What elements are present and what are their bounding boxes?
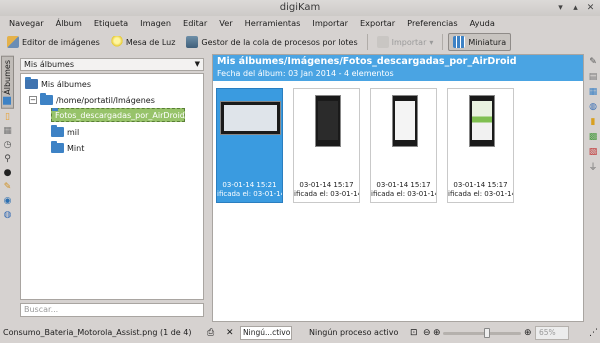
status-bar: Consumo_Bateria_Motorola_Assist.png (1 d… bbox=[0, 324, 600, 343]
queue-manager-icon bbox=[186, 36, 199, 48]
thumbnail-item[interactable]: 03-01-14 15:17 ificada el: 03-01-14 15 bbox=[370, 88, 437, 203]
zoom-level-field[interactable]: 65% bbox=[535, 326, 569, 340]
album-panel: Mis álbumes ▼ Mis álbumes − /home/portat… bbox=[17, 54, 207, 322]
thumbnail-item[interactable]: 03-01-14 15:21 ificada el: 03-01-14 15 bbox=[216, 88, 283, 203]
menu-imagen[interactable]: Imagen bbox=[134, 16, 177, 30]
timeline-icon[interactable]: ◷ bbox=[2, 140, 13, 151]
collapse-icon[interactable]: − bbox=[29, 96, 37, 104]
chevron-down-icon: ▾ bbox=[429, 37, 434, 47]
tree-item-imagenes[interactable]: − /home/portatil/Imágenes bbox=[29, 93, 155, 107]
thumbnail-item[interactable]: 03-01-14 15:17 ificada el: 03-01-14 15 bbox=[447, 88, 514, 203]
thumbnail-grid: 03-01-14 15:21 ificada el: 03-01-14 15 0… bbox=[216, 88, 514, 203]
tools-icon[interactable]: ▧ bbox=[588, 146, 599, 157]
tools-status-icon[interactable]: ✕ bbox=[226, 328, 234, 338]
left-sidebar-tabs: Álbumes ▯ ▦ ◷ ⚲ ● ✎ ◉ ◍ bbox=[0, 54, 15, 322]
menu-album[interactable]: Álbum bbox=[50, 16, 88, 30]
grid-icon bbox=[453, 36, 466, 48]
menu-navegar[interactable]: Navegar bbox=[3, 16, 50, 30]
main-toolbar: Editor de imágenes Mesa de Luz Gestor de… bbox=[0, 31, 600, 53]
captions-tags-icon[interactable]: ▮ bbox=[588, 116, 599, 127]
tree-item-mil[interactable]: mil bbox=[51, 125, 79, 139]
map-search-icon[interactable]: ✎ bbox=[2, 182, 13, 193]
fuzzy-search-icon[interactable]: ● bbox=[2, 168, 13, 179]
zoom-in-icon[interactable]: ⊕ bbox=[433, 328, 441, 338]
album-path: Mis álbumes/Imágenes/Fotos_descargadas_p… bbox=[217, 56, 517, 67]
tree-item-airdroid[interactable]: Fotos_descargadas_por_AirDroid bbox=[51, 108, 185, 122]
folder-icon bbox=[51, 125, 64, 137]
import-icon bbox=[376, 36, 389, 48]
menu-bar: Navegar Álbum Etiqueta Imagen Editar Ver… bbox=[0, 16, 600, 30]
window-controls: ▾ ▴ ✕ bbox=[555, 2, 596, 13]
tag-icon[interactable]: ▯ bbox=[2, 112, 13, 123]
album-info: Fecha del álbum: 03 Jan 2014 - 4 element… bbox=[217, 69, 394, 78]
minimize-icon[interactable]: ▾ bbox=[555, 2, 566, 13]
menu-preferencias[interactable]: Preferencias bbox=[401, 16, 463, 30]
thumbnail-image bbox=[469, 95, 495, 147]
album-tree: Mis álbumes − /home/portatil/Imágenes Fo… bbox=[20, 73, 204, 300]
folder-icon bbox=[40, 93, 53, 105]
import-button[interactable]: Importar ▾ bbox=[373, 33, 438, 51]
people-icon[interactable]: ◉ bbox=[2, 196, 13, 207]
title-bar: digiKam ▾ ▴ ✕ bbox=[0, 0, 600, 16]
menu-herramientas[interactable]: Herramientas bbox=[239, 16, 307, 30]
menu-editar[interactable]: Editar bbox=[177, 16, 213, 30]
menu-ayuda[interactable]: Ayuda bbox=[464, 16, 501, 30]
right-sidebar-tabs: ✎ ▤ ▦ ◍ ▮ ▩ ▧ ⏚ bbox=[586, 54, 600, 322]
maximize-icon[interactable]: ▴ bbox=[570, 2, 581, 13]
search-icon[interactable]: ⚲ bbox=[2, 154, 13, 165]
queue-manager-button[interactable]: Gestor de la cola de procesos por lotes bbox=[182, 33, 361, 51]
process-status-label: Ningún proceso activo bbox=[309, 328, 399, 337]
menu-ver[interactable]: Ver bbox=[213, 16, 238, 30]
toolbar-separator bbox=[442, 34, 444, 50]
toolbar-separator bbox=[366, 34, 368, 50]
folder-icon bbox=[51, 141, 64, 153]
zoom-in-end-icon[interactable]: ⊕ bbox=[524, 328, 532, 338]
metadata-icon[interactable]: ▤ bbox=[588, 71, 599, 82]
album-tab-icon bbox=[3, 96, 12, 105]
zoom-slider-handle[interactable] bbox=[483, 328, 490, 338]
tab-albums[interactable]: Álbumes bbox=[1, 56, 14, 109]
thumbnail-image bbox=[220, 101, 281, 135]
icon-view: Mis álbumes/Imágenes/Fotos_descargadas_p… bbox=[212, 54, 584, 322]
lightbulb-icon bbox=[110, 36, 123, 48]
menu-etiqueta[interactable]: Etiqueta bbox=[88, 16, 134, 30]
geolocation-icon[interactable]: ◍ bbox=[588, 101, 599, 112]
calendar-icon[interactable]: ▦ bbox=[2, 126, 13, 137]
chevron-down-icon: ▼ bbox=[194, 60, 200, 68]
colors-icon[interactable]: ▦ bbox=[588, 86, 599, 97]
menu-importar[interactable]: Importar bbox=[306, 16, 354, 30]
folder-icon bbox=[25, 77, 38, 89]
album-view-select[interactable]: Mis álbumes ▼ bbox=[20, 58, 204, 71]
progress-status-field[interactable]: Ningú...ctivo bbox=[240, 326, 292, 340]
album-search-input[interactable]: Buscar... bbox=[20, 303, 204, 317]
current-file-label: Consumo_Bateria_Motorola_Assist.png (1 d… bbox=[3, 328, 192, 337]
tree-item-root[interactable]: Mis álbumes bbox=[25, 77, 91, 91]
window-title: digiKam bbox=[279, 2, 321, 13]
tree-item-mint[interactable]: Mint bbox=[51, 141, 84, 155]
menu-exportar[interactable]: Exportar bbox=[354, 16, 401, 30]
versions-icon[interactable]: ▩ bbox=[588, 131, 599, 142]
thumbnail-view-button[interactable]: Miniatura bbox=[448, 33, 512, 51]
image-editor-button[interactable]: Editor de imágenes bbox=[3, 33, 104, 51]
resize-grip-icon: ⋰ bbox=[589, 328, 598, 338]
thumbnail-item[interactable]: 03-01-14 15:17 ificada el: 03-01-14 15 bbox=[293, 88, 360, 203]
zoom-out-icon[interactable]: ⊖ bbox=[423, 328, 431, 338]
image-editor-icon bbox=[7, 36, 19, 48]
globe-icon[interactable]: ◍ bbox=[2, 210, 13, 221]
properties-icon[interactable]: ✎ bbox=[588, 56, 599, 67]
thumbnail-image bbox=[392, 95, 418, 147]
close-icon[interactable]: ✕ bbox=[585, 2, 596, 13]
fit-window-icon[interactable]: ⊡ bbox=[410, 328, 418, 338]
album-header: Mis álbumes/Imágenes/Fotos_descargadas_p… bbox=[213, 55, 583, 81]
zoom-slider-track[interactable] bbox=[443, 332, 521, 335]
filter-status-icon[interactable]: ⎙ bbox=[207, 328, 214, 338]
filter-icon[interactable]: ⏚ bbox=[588, 161, 599, 173]
light-table-button[interactable]: Mesa de Luz bbox=[107, 33, 180, 51]
thumbnail-image bbox=[315, 95, 341, 147]
